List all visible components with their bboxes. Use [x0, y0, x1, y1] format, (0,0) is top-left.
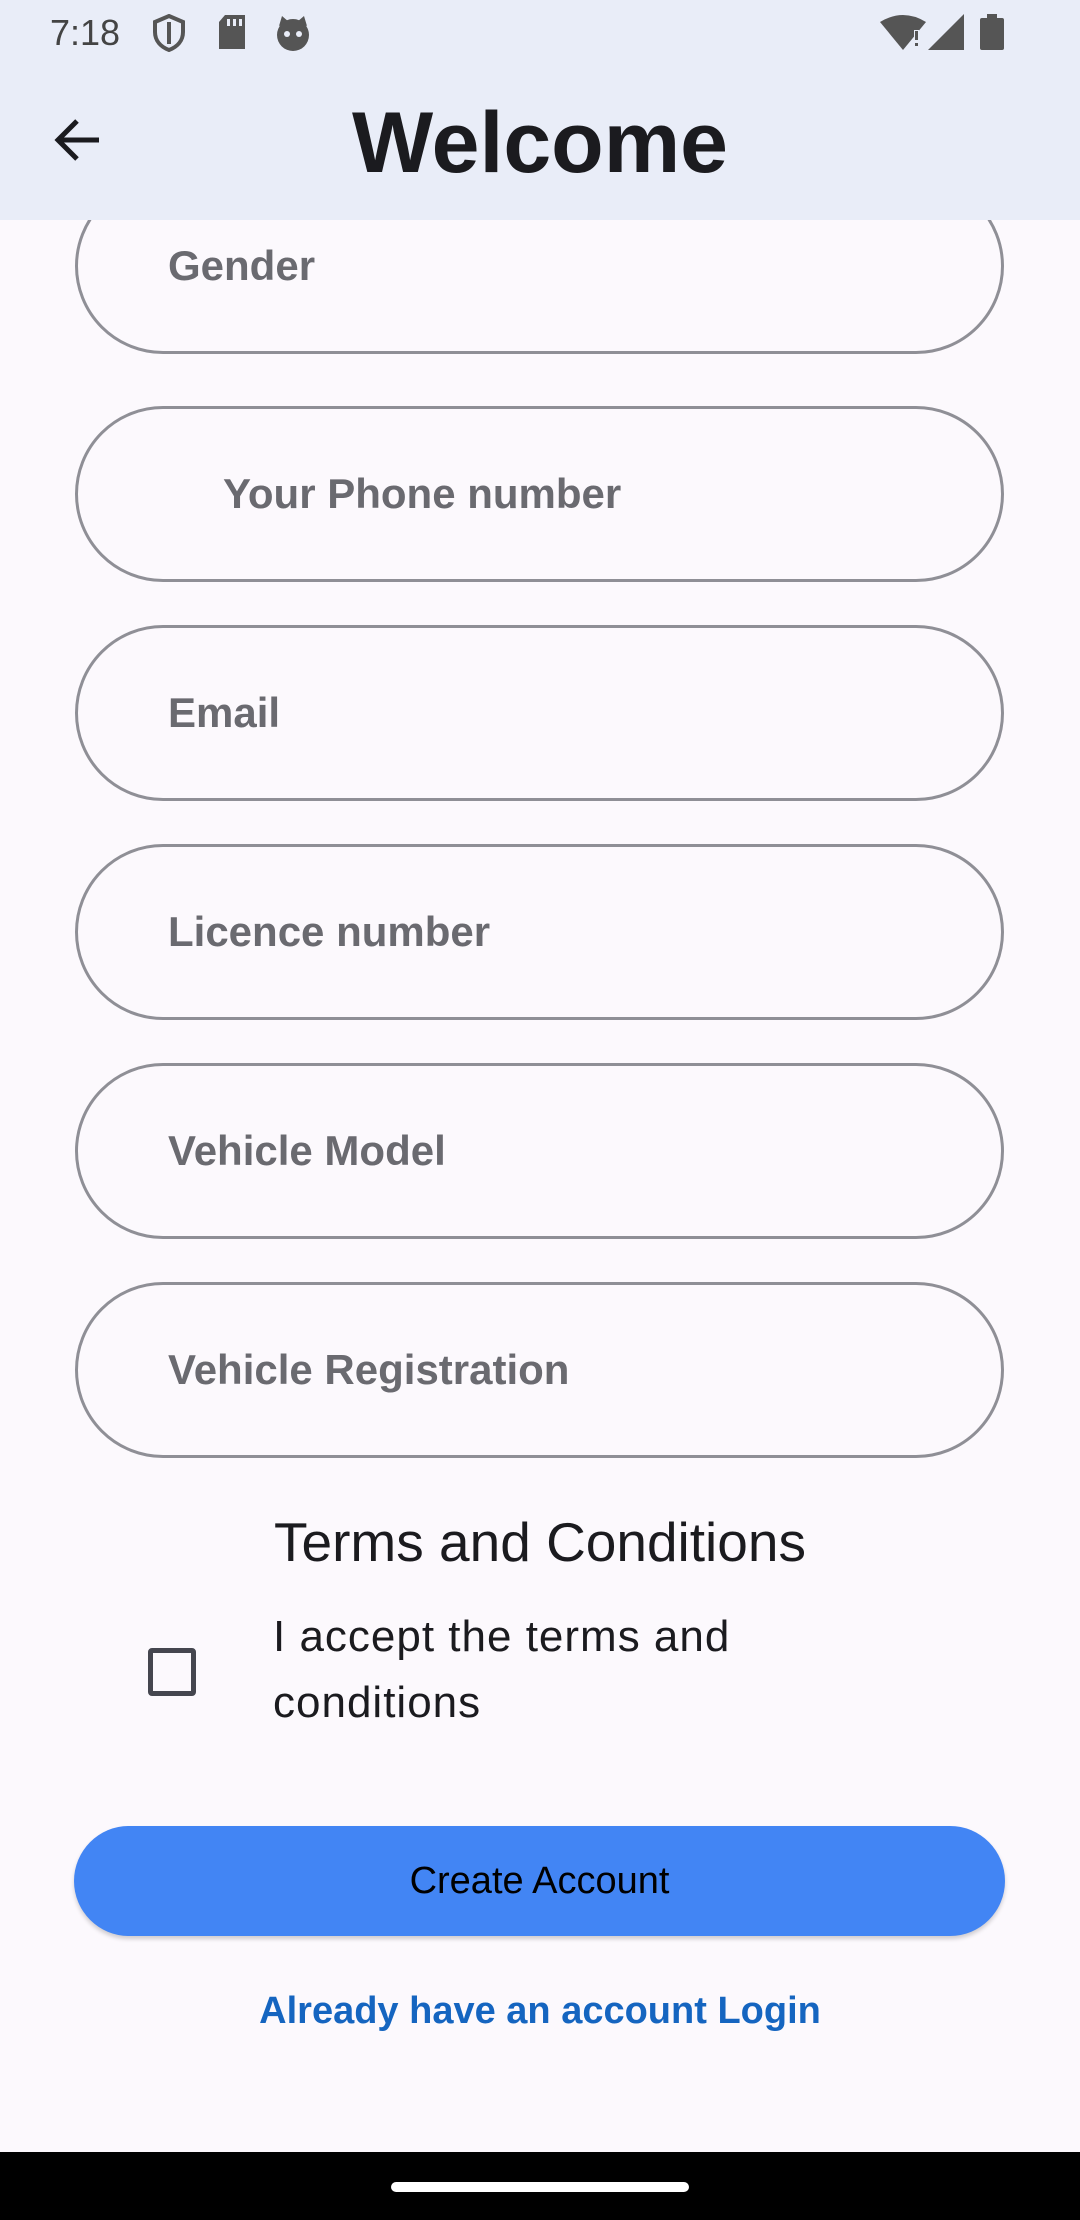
- gender-field-label: Gender: [168, 242, 316, 289]
- accept-terms-checkbox[interactable]: [148, 1648, 196, 1696]
- email-field-label: Email: [168, 689, 281, 736]
- signal-icon: [928, 14, 964, 55]
- vehicle-model-field[interactable]: Vehicle Model: [75, 1063, 1004, 1239]
- wifi-alert-icon: [880, 14, 926, 55]
- vehicle-registration-field[interactable]: Vehicle Registration: [75, 1282, 1004, 1458]
- home-gesture-handle[interactable]: [391, 2182, 689, 2192]
- login-link[interactable]: Already have an account Login: [0, 1990, 1080, 2033]
- sd-card-icon: [217, 14, 247, 55]
- create-account-label: Create Account: [409, 1859, 670, 1902]
- terms-title: Terms and Conditions: [274, 1511, 806, 1573]
- gender-field[interactable]: Gender: [75, 220, 1004, 354]
- app-bar: Welcome: [0, 66, 1080, 220]
- create-account-button[interactable]: Create Account: [74, 1826, 1005, 1936]
- cat-face-icon: [274, 14, 312, 57]
- vehicle-registration-field-label: Vehicle Registration: [168, 1346, 570, 1393]
- licence-number-field[interactable]: Licence number: [75, 844, 1004, 1020]
- status-time: 7:18: [50, 12, 121, 53]
- vehicle-model-field-label: Vehicle Model: [168, 1127, 446, 1174]
- navigation-bar: [0, 2152, 1080, 2220]
- phone-field[interactable]: Your Phone number: [75, 406, 1004, 582]
- shield-icon: [152, 13, 186, 57]
- phone-field-label: Your Phone number: [223, 470, 622, 517]
- status-bar: 7:18: [0, 0, 1080, 66]
- battery-icon: [980, 14, 1004, 55]
- page-title: Welcome: [352, 95, 728, 191]
- accept-terms-label[interactable]: I accept the terms and conditions: [273, 1604, 833, 1736]
- email-field[interactable]: Email: [75, 625, 1004, 801]
- licence-number-field-label: Licence number: [168, 908, 491, 955]
